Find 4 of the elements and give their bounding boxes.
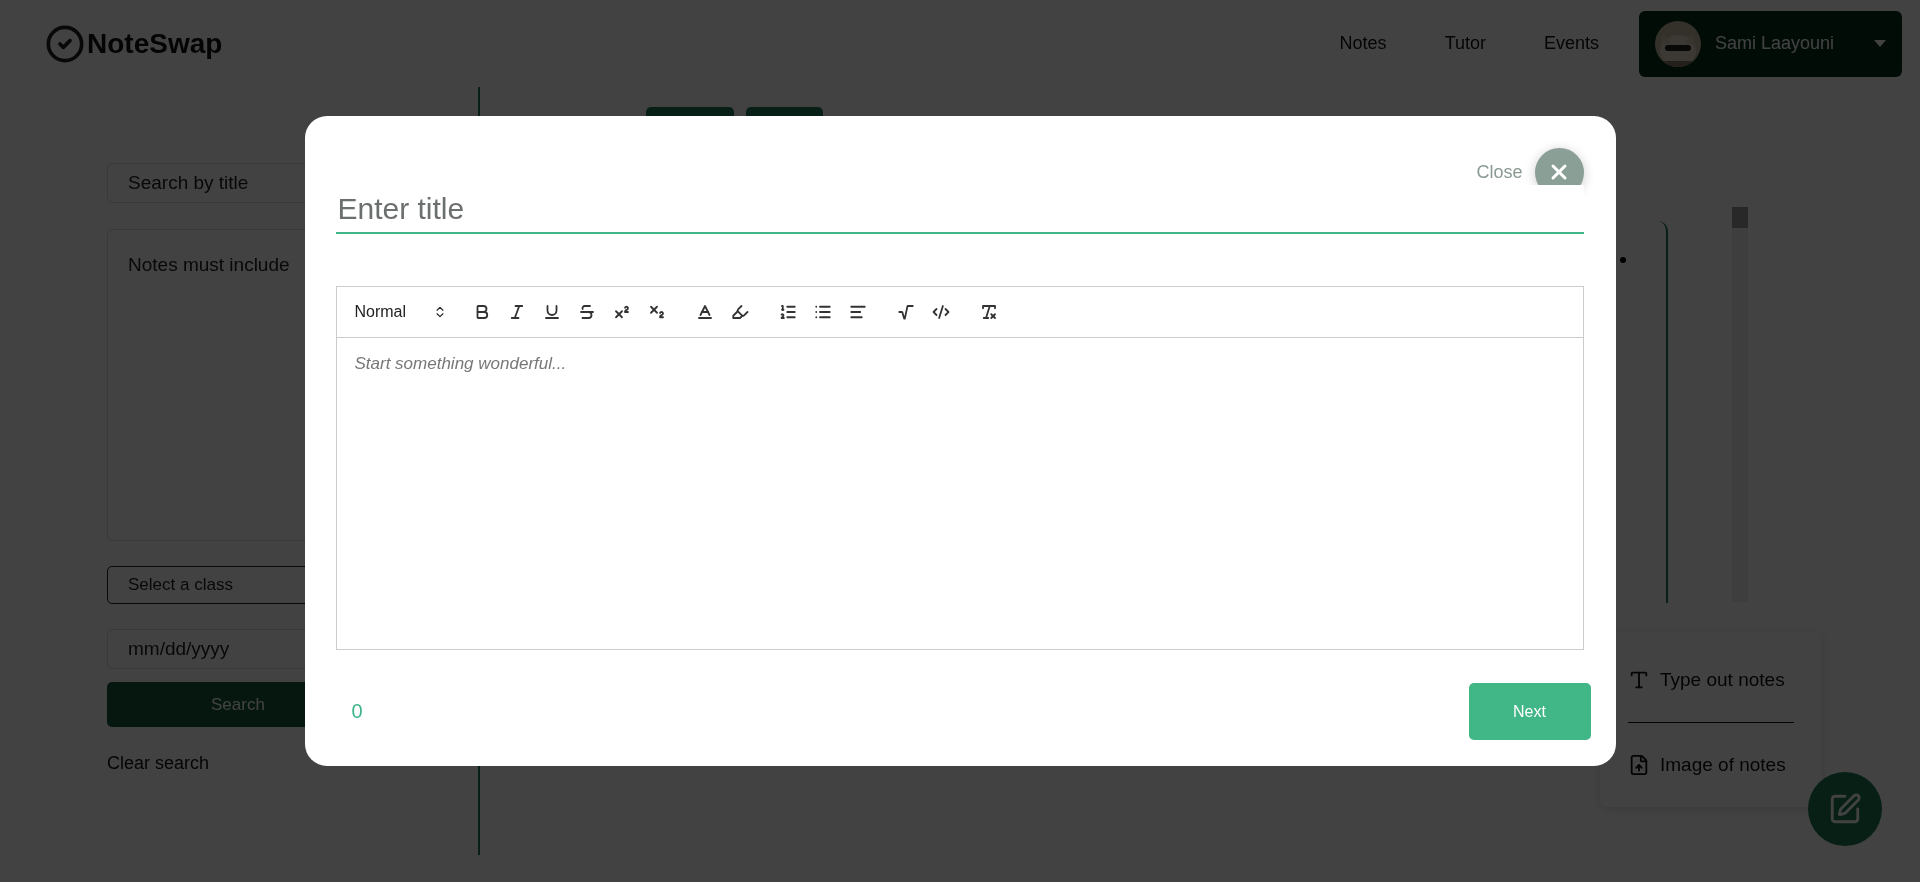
close-label: Close <box>1476 161 1523 183</box>
character-count: 0 <box>351 700 363 723</box>
user-name: Sami Laayouni <box>1715 33 1835 54</box>
logo-text: NoteSwap <box>87 27 223 60</box>
